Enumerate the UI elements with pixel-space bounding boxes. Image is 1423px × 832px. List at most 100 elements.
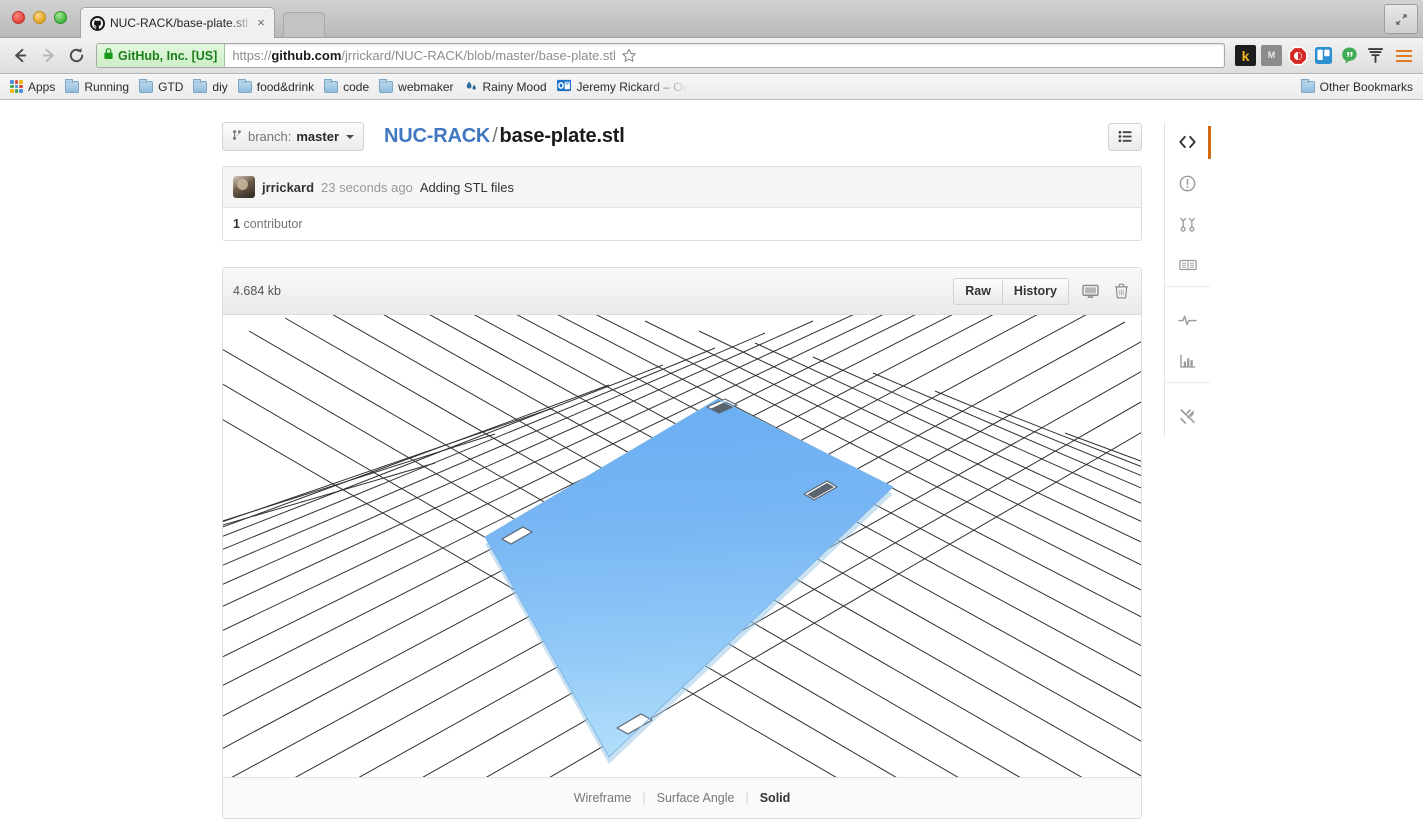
bookmark-jeremy-rickard-outlook[interactable]: Jeremy Rickard – Ou [555, 79, 698, 95]
blob-actions: Raw History [953, 277, 1131, 305]
bookmark-label: GTD [158, 79, 184, 94]
stl-model-render [223, 315, 1141, 777]
bookmark-rainy-mood[interactable]: Rainy Mood [462, 80, 555, 94]
sidebar-item-settings[interactable] [1165, 396, 1210, 437]
lock-icon [103, 47, 114, 65]
breadcrumb-file: base-plate.stl [499, 125, 625, 147]
bookmark-label: diy [212, 79, 228, 94]
branch-selector[interactable]: branch: master [222, 122, 365, 151]
back-button[interactable] [6, 42, 34, 70]
apps-grid-icon [10, 80, 23, 93]
folder-icon [139, 78, 154, 93]
chrome-menu-icon[interactable] [1391, 44, 1417, 68]
commit-timestamp: 23 seconds ago [321, 179, 413, 195]
adblock-extension-icon[interactable] [1287, 45, 1308, 66]
issue-opened-icon [1179, 175, 1196, 191]
bookmarks-bar: Apps Running GTD diy food&drink code web… [0, 74, 1423, 100]
open-in-desktop-icon[interactable] [1080, 281, 1100, 301]
apps-label: Apps [28, 79, 56, 94]
folder-icon [324, 78, 339, 93]
render-mode-wireframe[interactable]: Wireframe [563, 791, 643, 805]
bookmark-star-icon[interactable] [616, 48, 642, 64]
bookmark-food-drink[interactable]: food&drink [236, 78, 322, 94]
outlook-icon [556, 79, 572, 95]
contributor-label: contributor [243, 217, 303, 231]
folder-icon [65, 78, 80, 93]
mailto-extension-icon[interactable]: M [1261, 45, 1282, 66]
bookmark-diy[interactable]: diy [191, 78, 235, 94]
tools-icon [1180, 408, 1195, 424]
history-button[interactable]: History [1002, 277, 1069, 305]
forward-button[interactable] [34, 42, 62, 70]
rail-divider [1165, 286, 1210, 300]
sidebar-item-wiki[interactable] [1165, 245, 1210, 286]
close-tab-button[interactable]: × [254, 16, 268, 30]
tab-title: NUC-RACK/base-plate.stl [110, 16, 249, 30]
commit-author[interactable]: jrrickard [262, 180, 314, 195]
file-navigation: branch: master NUC-RACK / base-plate.stl [222, 122, 1142, 151]
bookmark-label: webmaker [398, 79, 454, 94]
branch-name: master [296, 129, 340, 144]
breadcrumb-separator: / [492, 125, 498, 147]
minimize-window-button[interactable] [33, 11, 46, 24]
blob-container: 4.684 kb Raw History Wireframe | Surface… [222, 267, 1142, 819]
stl-viewer-canvas[interactable] [223, 315, 1141, 777]
apps-shortcut[interactable]: Apps [8, 80, 63, 94]
browser-tab[interactable]: NUC-RACK/base-plate.stl × [80, 7, 275, 38]
graph-icon [1180, 354, 1196, 368]
extension-toolbar: k M [1231, 44, 1417, 68]
github-mark-icon [90, 15, 105, 31]
bookmark-label: Running [84, 79, 130, 94]
browser-window: NUC-RACK/base-plate.stl × GitHub, Inc. [… [0, 0, 1423, 832]
other-bookmarks-shortcut[interactable]: Other Bookmarks [1300, 78, 1415, 94]
raw-button[interactable]: Raw [953, 277, 1003, 305]
close-window-button[interactable] [12, 11, 25, 24]
github-blob-page: branch: master NUC-RACK/base-plate.stl [0, 100, 1423, 832]
fullscreen-icon[interactable] [1384, 4, 1418, 34]
commit-message[interactable]: Adding STL files [420, 180, 514, 195]
breadcrumb-repo-link[interactable]: NUC-RACK [384, 125, 490, 147]
breadcrumb: NUC-RACK / base-plate.stl [384, 125, 625, 148]
file-list-icon[interactable] [1108, 122, 1142, 151]
bookmark-label: code [343, 79, 370, 94]
folder-icon [1300, 78, 1315, 93]
browser-toolbar: GitHub, Inc. [US] https://github.com/jrr… [0, 38, 1423, 74]
chevron-down-icon [346, 134, 355, 139]
render-mode-solid[interactable]: Solid [749, 791, 802, 805]
render-mode-surface-angle[interactable]: Surface Angle [646, 791, 746, 805]
page-viewport: branch: master NUC-RACK/base-plate.stl [0, 100, 1423, 832]
bookmark-gtd[interactable]: GTD [137, 78, 191, 94]
trello-extension-icon[interactable] [1313, 45, 1334, 66]
repo-nav-rail [1164, 122, 1211, 437]
sidebar-item-issues[interactable] [1165, 163, 1210, 204]
contributors-row[interactable]: 1 contributor [223, 208, 1141, 240]
url-text: https://github.com/jrrickard/NUC-RACK/bl… [225, 48, 616, 63]
fork-extension-icon[interactable] [1365, 45, 1386, 66]
avatar [233, 176, 255, 198]
pulse-icon [1178, 315, 1197, 326]
bookmark-code[interactable]: code [322, 78, 377, 94]
reload-button[interactable] [62, 42, 90, 70]
sidebar-item-graphs[interactable] [1165, 341, 1210, 382]
branch-icon [232, 128, 243, 145]
blob-toolbar: 4.684 kb Raw History [223, 268, 1141, 315]
sidebar-item-code[interactable] [1165, 122, 1211, 163]
bookmark-label: Rainy Mood [482, 79, 547, 94]
folder-icon [379, 78, 394, 93]
site-identity-badge[interactable]: GitHub, Inc. [US] [97, 44, 226, 67]
trash-icon[interactable] [1111, 281, 1131, 301]
bookmark-running[interactable]: Running [63, 78, 137, 94]
bookmark-label: food&drink [256, 79, 315, 94]
raw-history-button-group: Raw History [953, 277, 1069, 305]
new-tab-button[interactable] [283, 12, 325, 37]
address-bar[interactable]: GitHub, Inc. [US] https://github.com/jrr… [96, 43, 1225, 68]
sidebar-item-pull-requests[interactable] [1165, 204, 1210, 245]
kippt-extension-icon[interactable]: k [1235, 45, 1256, 66]
commit-summary: jrrickard 23 seconds ago Adding STL file… [223, 167, 1141, 208]
url-path: /jrrickard/NUC-RACK/blob/master/base-pla… [341, 48, 616, 63]
zoom-window-button[interactable] [54, 11, 67, 24]
bookmark-webmaker[interactable]: webmaker [377, 78, 461, 94]
sidebar-item-pulse[interactable] [1165, 300, 1210, 341]
code-icon [1179, 135, 1196, 149]
hangouts-extension-icon[interactable] [1339, 45, 1360, 66]
